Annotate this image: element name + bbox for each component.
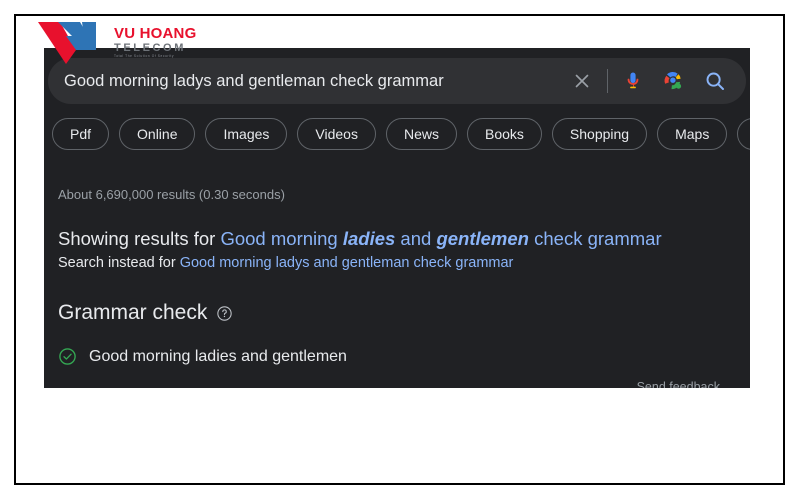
chip-online[interactable]: Online <box>119 118 196 150</box>
chip-flights[interactable]: Flights <box>737 118 750 150</box>
help-circle-icon[interactable] <box>216 305 233 322</box>
chip-shopping[interactable]: Shopping <box>551 118 648 150</box>
vu-hoang-telecom-logo: VU HOANG TELECOM Total The Solution Of S… <box>36 20 196 68</box>
microphone-icon[interactable] <box>620 68 646 94</box>
close-icon[interactable] <box>569 68 595 94</box>
corrected-sentence: Good morning ladies and gentlemen <box>89 347 347 365</box>
grammar-check-result: Good morning ladies and gentlemen <box>58 347 347 366</box>
chip-books[interactable]: Books <box>466 118 542 150</box>
logo-tagline: Total The Solution Of Security <box>114 54 175 58</box>
search-icon[interactable] <box>702 68 728 94</box>
showing-seg3: check grammar <box>528 228 662 249</box>
logo-mark <box>38 22 96 64</box>
google-results-panel: Pdf Online Images Videos News Books Shop… <box>44 48 750 388</box>
instead-prefix: Search instead for <box>58 255 180 271</box>
grammar-check-title: Grammar check <box>58 301 208 324</box>
chip-pdf[interactable]: Pdf <box>52 118 110 150</box>
showing-results-for: Showing results for Good morning ladies … <box>58 228 662 250</box>
chip-images[interactable]: Images <box>205 118 288 150</box>
search-filter-chips: Pdf Online Images Videos News Books Shop… <box>52 118 750 150</box>
search-instead-for: Search instead for Good morning ladys an… <box>58 255 513 271</box>
showing-prefix: Showing results for <box>58 228 221 249</box>
search-input[interactable] <box>64 71 569 91</box>
showing-seg2: and <box>395 228 437 249</box>
showing-seg1: Good morning <box>220 228 343 249</box>
correction-ladies: ladies <box>342 228 396 249</box>
chip-news[interactable]: News <box>385 118 457 150</box>
chip-maps[interactable]: Maps <box>657 118 728 150</box>
chip-videos[interactable]: Videos <box>297 118 376 150</box>
search-instead-link[interactable]: Good morning ladys and gentleman check g… <box>180 255 514 271</box>
logo-name-primary: VU HOANG <box>114 25 197 42</box>
google-lens-icon[interactable] <box>660 68 686 94</box>
correction-gentlemen: gentlemen <box>436 228 529 249</box>
grammar-check-heading: Grammar check <box>58 301 233 325</box>
send-feedback-link[interactable]: Send feedback <box>637 380 720 388</box>
logo-name-secondary: TELECOM <box>114 42 186 54</box>
check-circle-icon <box>58 347 77 366</box>
logo-wordmark: VU HOANG TELECOM Total The Solution Of S… <box>114 26 196 58</box>
results-count: About 6,690,000 results (0.30 seconds) <box>58 187 285 202</box>
search-bar-divider <box>607 69 608 93</box>
showing-results-link[interactable]: Good morning ladies and gentlemen check … <box>220 228 661 249</box>
